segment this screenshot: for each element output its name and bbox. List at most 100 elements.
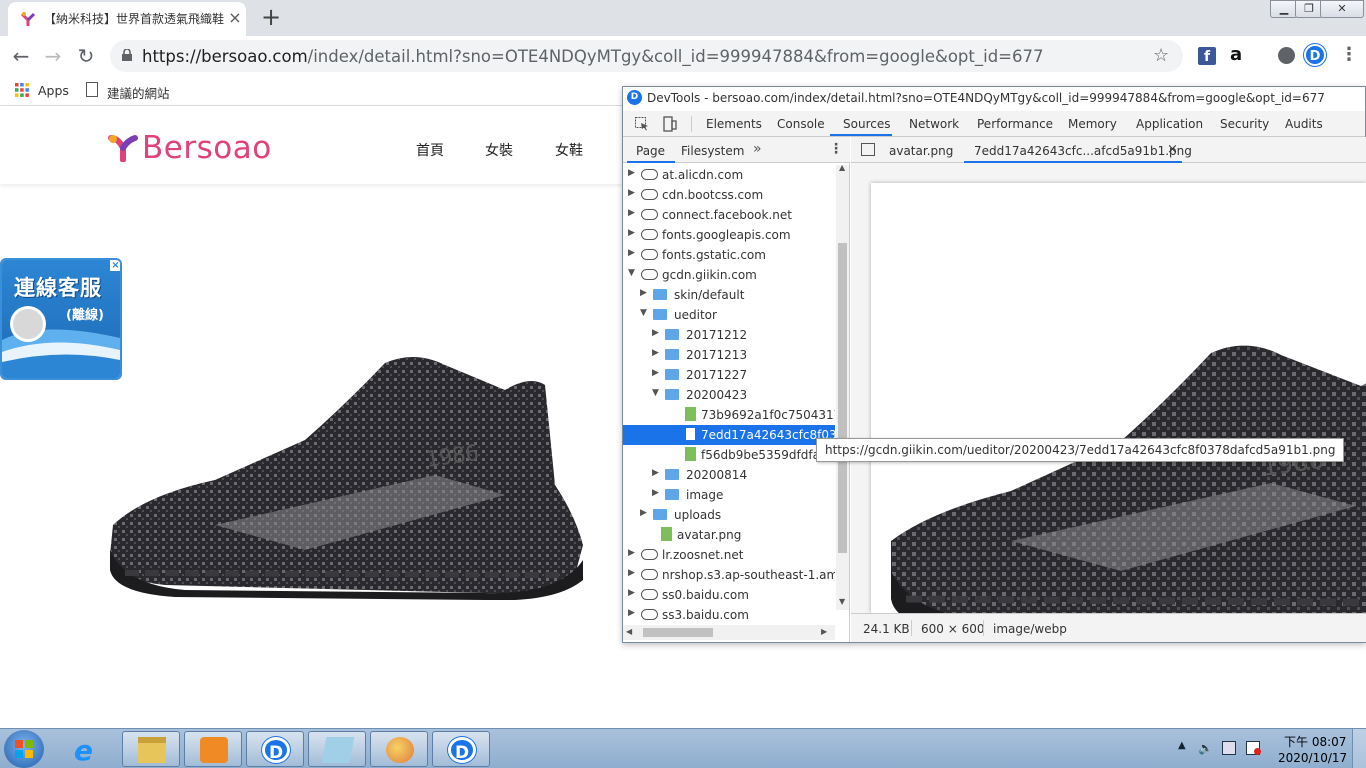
editor-tab-image[interactable]: 7edd17a42643cfc...afcd5a91b1.png [974, 144, 1192, 158]
expand-arrow-icon[interactable]: ▶ [628, 608, 635, 618]
tree-item[interactable]: ▶ at.alicdn.com [623, 165, 835, 185]
nav-womens-shoes[interactable]: 女鞋 [555, 140, 583, 160]
scrollbar-thumb[interactable] [643, 628, 713, 637]
image-preview[interactable]: 1986 [871, 183, 1366, 613]
tree-item[interactable]: ▶ fonts.googleapis.com [623, 225, 835, 245]
show-desktop-button[interactable] [1352, 729, 1366, 768]
browser-menu-icon[interactable]: ⋮ [1340, 44, 1358, 65]
expand-arrow-icon[interactable]: ▶ [652, 328, 659, 338]
tab-performance[interactable]: Performance [977, 117, 1053, 131]
nav-home[interactable]: 首頁 [416, 140, 444, 160]
tab-elements[interactable]: Elements [706, 117, 762, 131]
tree-item[interactable]: ▶ 20200814 [623, 465, 835, 485]
expand-arrow-icon[interactable]: ▶ [628, 188, 635, 198]
tree-item[interactable]: ▶ cdn.bootcss.com [623, 185, 835, 205]
tree-item[interactable]: ▶ connect.facebook.net [623, 205, 835, 225]
tree-item[interactable]: ▼ ueditor [623, 305, 835, 325]
taskbar-media-player[interactable] [184, 731, 242, 767]
profile-icon[interactable] [1278, 47, 1295, 64]
navigator-menu-icon[interactable]: ⋮ [829, 141, 843, 157]
tab-network[interactable]: Network [909, 117, 959, 131]
tree-item[interactable]: ▶ ss3.baidu.com [623, 605, 835, 625]
tree-item[interactable]: ▶ uploads [623, 505, 835, 525]
window-close-button[interactable]: ✕ [1320, 0, 1364, 18]
tab-close-icon[interactable]: × [226, 8, 244, 27]
bookmark-star-icon[interactable]: ☆ [1153, 45, 1169, 66]
tree-item[interactable]: ▶ fonts.gstatic.com [623, 245, 835, 265]
new-tab-button[interactable]: + [258, 3, 284, 31]
navigator-vertical-scrollbar[interactable]: ▲ ▼ [836, 163, 849, 610]
taskbar-d-app-2[interactable]: D [432, 731, 490, 767]
back-button[interactable]: ← [8, 44, 34, 70]
action-center-icon[interactable] [1246, 741, 1261, 755]
tree-item[interactable]: ▶ image [623, 485, 835, 505]
expand-arrow-icon[interactable]: ▶ [628, 168, 635, 178]
nav-womens-clothing[interactable]: 女裝 [485, 140, 513, 160]
tree-item[interactable]: ▶ 20171212 [623, 325, 835, 345]
forward-button[interactable]: → [40, 44, 66, 70]
more-tabs-icon[interactable]: » [753, 141, 762, 157]
start-button[interactable] [4, 730, 44, 768]
tab-security[interactable]: Security [1220, 117, 1269, 131]
show-hidden-icons[interactable]: ▲ [1178, 740, 1186, 751]
expand-arrow-icon[interactable]: ▶ [652, 348, 659, 358]
scroll-down-icon[interactable]: ▼ [839, 597, 845, 606]
taskbar-paint[interactable] [370, 731, 428, 767]
editor-tab-avatar[interactable]: avatar.png [889, 144, 953, 158]
tree-item[interactable]: ▶ 20171227 [623, 365, 835, 385]
tab-application[interactable]: Application [1136, 117, 1203, 131]
device-toolbar-icon[interactable] [663, 116, 677, 132]
expand-arrow-icon[interactable]: ▶ [640, 288, 647, 298]
scroll-up-icon[interactable]: ▲ [839, 163, 845, 172]
collapse-arrow-icon[interactable]: ▼ [628, 268, 635, 278]
tree-item[interactable]: ▶ ss0.baidu.com [623, 585, 835, 605]
product-shoe-image[interactable]: 1986 [105, 345, 590, 600]
tree-item[interactable]: ▶ 20171213 [623, 345, 835, 365]
address-bar[interactable]: https://bersoao.com/index/detail.html?sn… [110, 40, 1183, 72]
navigator-tab-page[interactable]: Page [636, 144, 665, 158]
toggle-navigator-icon[interactable] [861, 143, 875, 156]
clock-date[interactable]: 2020/10/17 [1278, 751, 1347, 765]
taskbar-ie[interactable]: e [64, 732, 118, 767]
tree-item[interactable]: avatar.png [623, 525, 835, 545]
scroll-left-icon[interactable]: ◀ [626, 627, 632, 636]
suggested-sites-link[interactable]: 建議的網站 [107, 83, 170, 102]
expand-arrow-icon[interactable]: ▶ [628, 208, 635, 218]
expand-arrow-icon[interactable]: ▶ [628, 248, 635, 258]
expand-arrow-icon[interactable]: ▶ [652, 368, 659, 378]
taskbar-notepad[interactable] [308, 731, 366, 767]
scrollbar-thumb[interactable] [838, 243, 847, 553]
tab-audits[interactable]: Audits [1285, 117, 1323, 131]
clock-time[interactable]: 下午 08:07 [1284, 733, 1346, 750]
tree-item[interactable]: ▼ 20200423 [623, 385, 835, 405]
tree-item[interactable]: ▼ gcdn.giikin.com [623, 265, 835, 285]
tree-item[interactable]: ▶ nrshop.s3.ap-southeast-1.ama [623, 565, 835, 585]
live-chat-widget[interactable]: × 連線客服 (離線) [2, 260, 120, 378]
d-extension-icon[interactable]: D [1304, 44, 1326, 66]
amazon-extension-icon[interactable]: a [1230, 44, 1242, 65]
tree-item[interactable]: 73b9692a1f0c75043174 [623, 405, 835, 425]
network-icon[interactable] [1222, 741, 1236, 755]
expand-arrow-icon[interactable]: ▶ [640, 508, 647, 518]
expand-arrow-icon[interactable]: ▶ [652, 488, 659, 498]
reload-button[interactable]: ↻ [73, 44, 99, 70]
maximize-button[interactable]: ❐ [1295, 0, 1323, 18]
collapse-arrow-icon[interactable]: ▼ [640, 308, 647, 318]
minimize-button[interactable]: ▁ [1270, 0, 1298, 18]
expand-arrow-icon[interactable]: ▶ [628, 228, 635, 238]
apps-link[interactable]: Apps [38, 83, 69, 98]
site-logo-text[interactable]: Bersoao [142, 130, 272, 166]
navigator-tab-filesystem[interactable]: Filesystem [681, 144, 744, 158]
tab-memory[interactable]: Memory [1068, 117, 1117, 131]
volume-icon[interactable]: 🔈 [1198, 741, 1213, 755]
expand-arrow-icon[interactable]: ▶ [628, 548, 635, 558]
tree-item[interactable]: ▶ lr.zoosnet.net [623, 545, 835, 565]
chat-close-icon[interactable]: × [110, 260, 120, 271]
tree-item[interactable]: f56db9be5359dfdfa [623, 445, 835, 465]
navigator-horizontal-scrollbar[interactable]: ◀ ▶ [623, 625, 835, 640]
browser-tab[interactable]: 【納米科技】世界首款透氣飛織鞋 × [8, 2, 246, 36]
facebook-extension-icon[interactable]: f [1198, 47, 1216, 65]
editor-tab-close-icon[interactable]: × [1167, 142, 1178, 157]
tree-item[interactable]: ▶ skin/default [623, 285, 835, 305]
inspect-element-icon[interactable] [635, 117, 649, 131]
